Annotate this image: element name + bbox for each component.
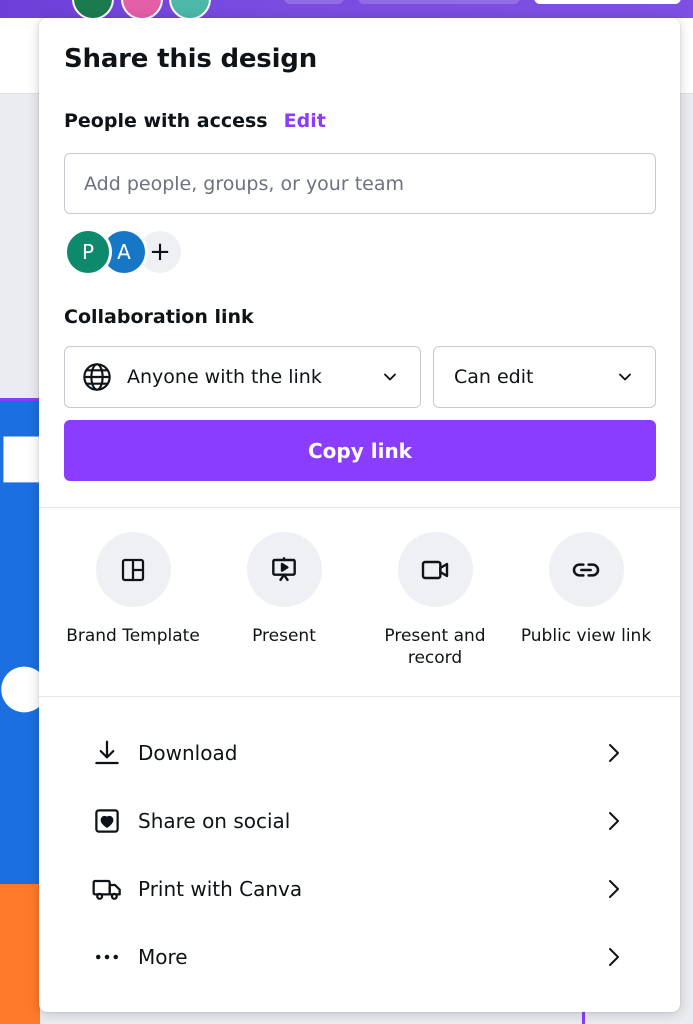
present-and-record-action[interactable]: Present and record (360, 532, 510, 669)
design-graphic: ■ (0, 420, 40, 490)
add-people-input[interactable] (64, 153, 656, 214)
selection-border (0, 398, 40, 401)
collaboration-link-label: Collaboration link (64, 306, 254, 328)
collaborator-avatar[interactable] (169, 0, 211, 20)
share-social-icon (91, 805, 123, 837)
toolbar-button[interactable] (358, 0, 520, 4)
action-label: Present and record (384, 626, 486, 668)
chevron-right-icon (609, 948, 619, 966)
people-access-row: People with access Edit (64, 110, 326, 132)
chevron-right-icon (609, 812, 619, 830)
link-access-select[interactable]: Anyone with the link (64, 346, 421, 408)
people-access-label: People with access (64, 110, 268, 132)
download-icon (91, 737, 123, 769)
chevron-down-icon (384, 373, 396, 381)
more-dots-icon (91, 941, 123, 973)
present-icon (246, 532, 322, 607)
action-label: Brand Template (66, 626, 200, 646)
editor-top-bar (0, 0, 693, 20)
copy-link-button[interactable]: Copy link (64, 420, 656, 481)
share-on-social-menu-item[interactable]: Share on social (39, 791, 680, 851)
design-graphic: ● (0, 650, 40, 720)
share-actions: Brand Template Present Present and recor… (39, 532, 680, 682)
more-menu-item[interactable]: More (39, 927, 680, 987)
action-label: Public view link (520, 626, 652, 646)
menu-item-label: Share on social (138, 809, 291, 833)
present-record-icon (397, 532, 473, 607)
chevron-right-icon (609, 880, 619, 898)
chevron-right-icon (609, 744, 619, 762)
toolbar-button[interactable] (284, 0, 344, 4)
panel-title: Share this design (64, 44, 318, 74)
permission-select[interactable]: Can edit (433, 346, 656, 408)
brand-template-icon (95, 532, 171, 607)
print-with-canva-menu-item[interactable]: Print with Canva (39, 859, 680, 919)
menu-item-label: More (138, 945, 188, 969)
download-menu-item[interactable]: Download (39, 723, 680, 783)
brand-template-action[interactable]: Brand Template (58, 532, 208, 647)
avatar[interactable]: P (64, 228, 112, 276)
collaborator-avatar[interactable] (121, 0, 163, 20)
present-action[interactable]: Present (209, 532, 359, 647)
menu-item-label: Print with Canva (138, 877, 303, 901)
permission-value: Can edit (454, 366, 534, 388)
action-label: Present (252, 626, 316, 646)
globe-icon (81, 361, 113, 393)
print-truck-icon (91, 873, 123, 905)
divider (39, 696, 680, 697)
link-icon (548, 532, 624, 607)
divider (39, 507, 680, 508)
design-canvas[interactable]: ■ ● (0, 398, 40, 1024)
design-orange-block (0, 884, 40, 1024)
member-avatars: P A + (64, 228, 194, 276)
share-button[interactable] (534, 0, 681, 4)
collaborator-avatar[interactable] (72, 0, 114, 20)
link-access-value: Anyone with the link (127, 366, 322, 388)
chevron-down-icon (619, 373, 631, 381)
share-panel: Share this design People with access Edi… (39, 18, 680, 1012)
edit-access-link[interactable]: Edit (284, 110, 326, 132)
public-view-link-action[interactable]: Public view link (511, 532, 661, 647)
menu-item-label: Download (138, 741, 238, 765)
